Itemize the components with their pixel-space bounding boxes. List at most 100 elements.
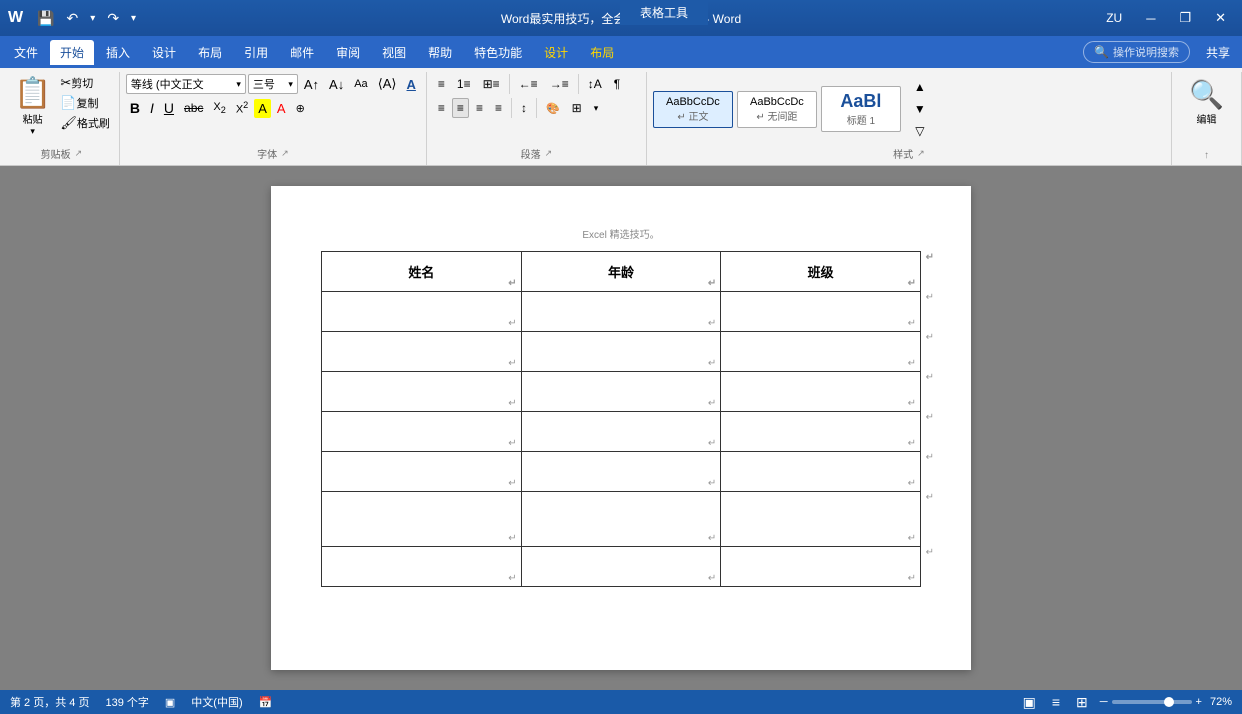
zoom-plus-icon[interactable]: + <box>1196 696 1202 708</box>
table-cell[interactable]: ↵ <box>521 452 721 492</box>
restore-button[interactable]: ❐ <box>1171 8 1199 28</box>
table-cell[interactable]: ↵ <box>521 372 721 412</box>
table-cell[interactable]: ↵ <box>521 332 721 372</box>
borders-dropdown-icon[interactable]: ▾ <box>589 100 604 117</box>
share-button[interactable]: 共享 <box>1198 42 1238 63</box>
menu-table-layout[interactable]: 布局 <box>580 40 624 65</box>
find-button[interactable]: 🔍 编辑 <box>1185 74 1228 130</box>
show-formatting-button[interactable]: ¶ <box>609 74 625 94</box>
zoom-minus-icon[interactable]: ─ <box>1100 696 1108 708</box>
table-cell[interactable]: ↵↵ <box>721 292 921 332</box>
menu-file[interactable]: 文件 <box>4 40 48 65</box>
menu-view[interactable]: 视图 <box>372 40 416 65</box>
zoom-track[interactable] <box>1112 700 1192 704</box>
style-normal[interactable]: AaBbCcDc ↵ 正文 <box>653 91 733 128</box>
italic-button[interactable]: I <box>146 98 158 118</box>
table-cell[interactable]: ↵↵ <box>721 492 921 547</box>
cut-button[interactable]: ✂ 剪切 <box>57 74 113 92</box>
clear-format-button[interactable]: ⟨A⟩ <box>374 74 401 94</box>
change-case-button[interactable]: Aa <box>350 76 371 92</box>
bold-button[interactable]: B <box>126 98 144 118</box>
menu-features[interactable]: 特色功能 <box>464 40 532 65</box>
align-right-button[interactable]: ≡ <box>471 98 488 118</box>
menu-insert[interactable]: 插入 <box>96 40 140 65</box>
shading-button[interactable]: 🎨 <box>541 99 565 118</box>
align-center-button[interactable]: ≡ <box>452 98 469 118</box>
undo-dropdown-icon[interactable]: ▾ <box>86 11 99 26</box>
numbering-button[interactable]: 1≡ <box>452 74 476 94</box>
menu-references[interactable]: 引用 <box>234 40 278 65</box>
table-cell[interactable]: ↵ <box>322 332 522 372</box>
table-cell[interactable]: ↵ <box>521 412 721 452</box>
read-mode-button[interactable]: ⊞ <box>1072 693 1092 712</box>
borders-button[interactable]: ⊞ <box>567 98 587 118</box>
table-cell[interactable]: ↵ <box>322 372 522 412</box>
decrease-indent-button[interactable]: ←≡ <box>514 74 543 94</box>
styles-scroll-down[interactable]: ▼ <box>909 99 931 119</box>
zoom-slider[interactable]: ─ + <box>1100 696 1202 708</box>
increase-font-button[interactable]: A↑ <box>300 75 323 94</box>
zoom-level[interactable]: 72% <box>1210 696 1232 708</box>
find-expand-icon[interactable]: ↑ <box>1204 150 1209 161</box>
increase-indent-button[interactable]: →≡ <box>545 74 574 94</box>
table-cell[interactable]: ↵↵ <box>721 372 921 412</box>
subscript-button[interactable]: X2 <box>209 99 229 117</box>
clipboard-expand-icon[interactable]: ↗ <box>75 148 83 159</box>
multilevel-button[interactable]: ⊞≡ <box>478 74 505 94</box>
save-icon[interactable]: 💾 <box>33 8 58 29</box>
language-label[interactable]: 中文(中国) <box>191 694 242 710</box>
paste-button[interactable]: 📋 粘贴 ▾ <box>10 74 55 139</box>
menu-table-design[interactable]: 设计 <box>534 40 578 65</box>
header-age[interactable]: 年龄↵ <box>521 252 721 292</box>
underline-button[interactable]: U <box>160 98 178 118</box>
font-expand-icon[interactable]: ↗ <box>281 148 289 159</box>
line-spacing-button[interactable]: ↕ <box>516 98 532 118</box>
strikethrough-button[interactable]: abc <box>180 99 207 117</box>
menu-home[interactable]: 开始 <box>50 40 94 65</box>
minimize-button[interactable]: ─ <box>1138 9 1163 28</box>
font-more-button[interactable]: ⊕ <box>292 100 309 117</box>
menu-design[interactable]: 设计 <box>142 40 186 65</box>
header-name[interactable]: 姓名↵ <box>322 252 522 292</box>
table-cell[interactable]: ↵ <box>322 412 522 452</box>
font-size-dropdown[interactable]: 三号 ▾ <box>248 74 298 94</box>
bullets-button[interactable]: ≡ <box>433 74 450 94</box>
menu-review[interactable]: 审阅 <box>326 40 370 65</box>
table-cell[interactable]: ↵ <box>322 452 522 492</box>
table-cell[interactable]: ↵ <box>322 492 522 547</box>
font-color-text-button[interactable]: A <box>403 75 420 94</box>
superscript-button[interactable]: X2 <box>232 98 252 118</box>
styles-expand-icon[interactable]: ↗ <box>917 148 925 159</box>
document-table[interactable]: 姓名↵ 年龄↵ 班级↵ ↵ ↵ ↵ <box>321 251 921 587</box>
justify-button[interactable]: ≡ <box>490 98 507 118</box>
table-cell[interactable]: ↵ <box>322 292 522 332</box>
table-cell[interactable]: ↵ <box>521 547 721 587</box>
table-cell[interactable]: ↵↵ <box>721 332 921 372</box>
styles-scroll-up[interactable]: ▲ <box>909 77 931 97</box>
style-heading1[interactable]: AaBl 标题 1 <box>821 86 901 132</box>
redo-icon[interactable]: ↷ <box>103 8 123 29</box>
sort-button[interactable]: ↕A <box>583 74 607 94</box>
style-no-spacing[interactable]: AaBbCcDc ↵ 无间距 <box>737 91 817 128</box>
table-cell[interactable]: ↵ <box>322 547 522 587</box>
close-button[interactable]: ✕ <box>1207 8 1234 28</box>
qa-dropdown-icon[interactable]: ▾ <box>127 11 140 26</box>
menu-layout[interactable]: 布局 <box>188 40 232 65</box>
zoom-thumb[interactable] <box>1164 697 1174 707</box>
table-cell[interactable]: ↵↵ <box>721 452 921 492</box>
align-left-button[interactable]: ≡ <box>433 98 450 118</box>
text-highlight-button[interactable]: A <box>254 99 271 118</box>
font-name-dropdown[interactable]: 等线 (中文正文 ▾ <box>126 74 246 94</box>
table-cell[interactable]: ↵↵ <box>721 412 921 452</box>
table-cell[interactable]: ↵↵ <box>721 547 921 587</box>
copy-button[interactable]: 📄 复制 <box>57 94 113 112</box>
print-layout-button[interactable]: ▣ <box>1019 693 1040 712</box>
paragraph-expand-icon[interactable]: ↗ <box>545 148 553 159</box>
web-layout-button[interactable]: ≡ <box>1048 693 1064 711</box>
decrease-font-button[interactable]: A↓ <box>325 75 348 94</box>
menu-mailings[interactable]: 邮件 <box>280 40 324 65</box>
format-painter-button[interactable]: 🖌 格式刷 <box>57 114 113 132</box>
search-placeholder[interactable]: 操作说明搜索 <box>1113 44 1179 60</box>
table-cell[interactable]: ↵ <box>521 292 721 332</box>
table-cell[interactable]: ↵ <box>521 492 721 547</box>
